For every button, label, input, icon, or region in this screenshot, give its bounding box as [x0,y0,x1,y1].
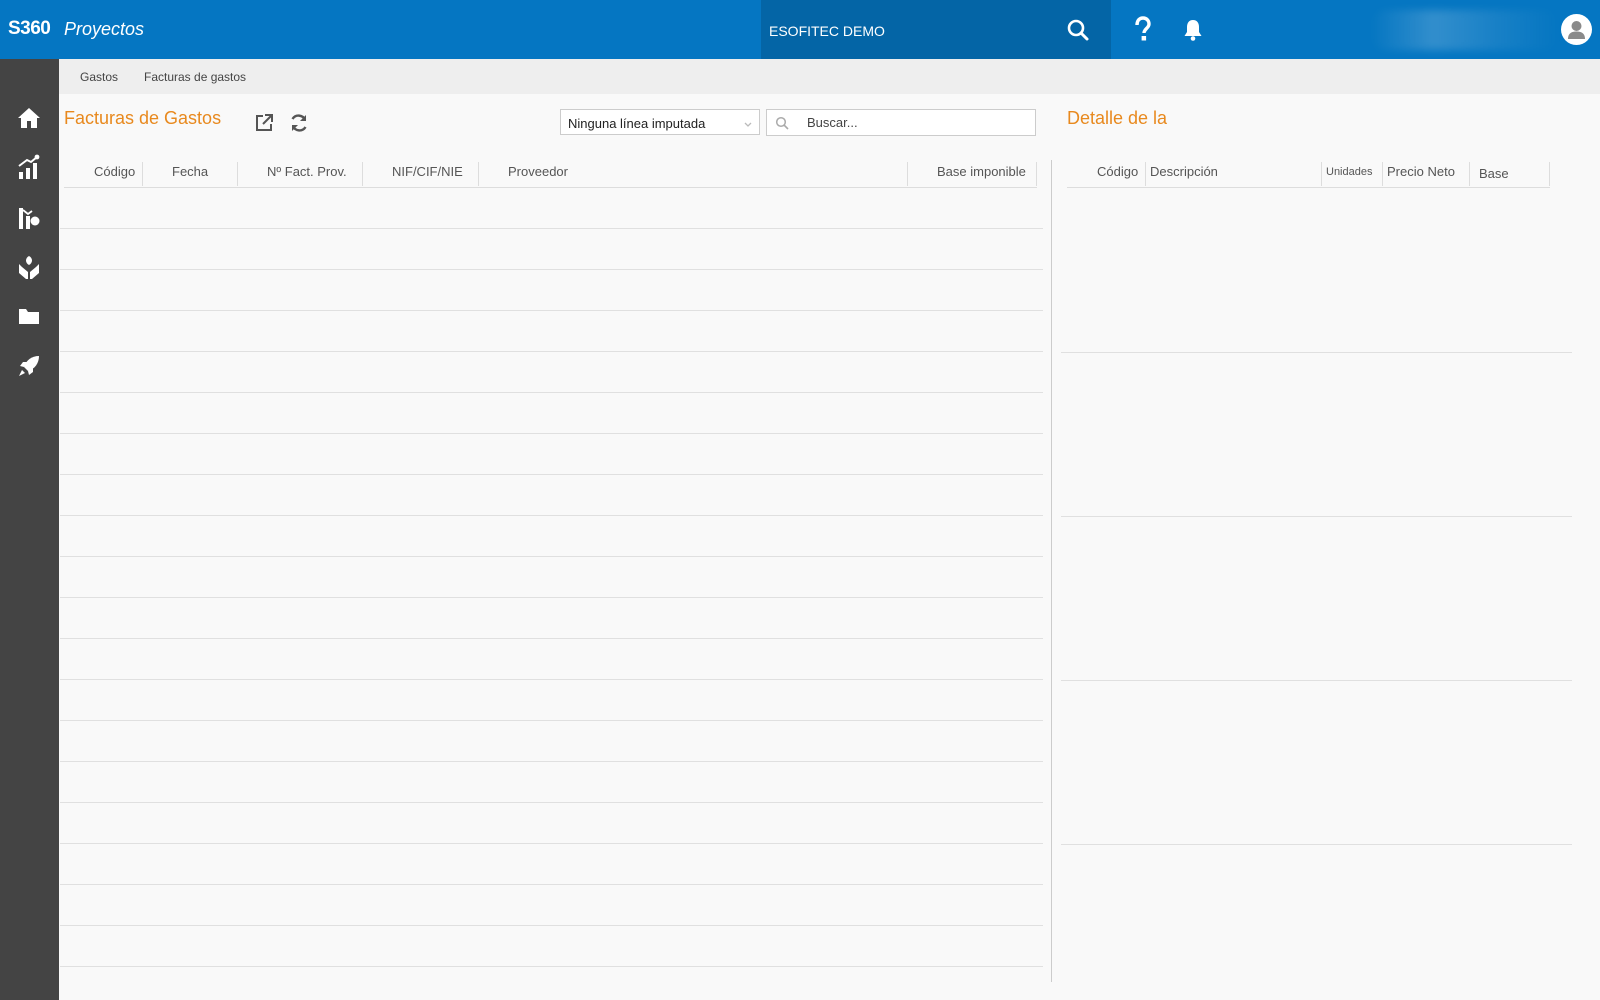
column-precio-neto[interactable]: Precio Neto [1387,164,1455,179]
chevron-down-icon [743,116,753,127]
company-name[interactable]: ESOFITEC DEMO [769,23,885,39]
table-row-divider [60,556,1043,557]
table-row-divider [60,310,1043,311]
table-row-divider [60,433,1043,434]
table-row-divider [60,638,1043,639]
imputation-filter-select[interactable]: Ninguna línea imputada [560,109,760,135]
home-icon[interactable] [14,103,44,133]
column-divider[interactable] [907,162,908,186]
column-divider[interactable] [1549,162,1550,186]
search-icon[interactable] [1066,18,1090,42]
column-unidades[interactable]: Unidades [1326,166,1372,178]
breadcrumb-item-gastos[interactable]: Gastos [80,70,118,84]
table-row-divider [60,392,1043,393]
rocket-icon[interactable] [14,351,44,381]
chart-growth-icon[interactable] [14,152,44,182]
table-row-divider [60,761,1043,762]
invoice-search[interactable] [766,109,1036,136]
breadcrumb: Gastos Facturas de gastos [59,59,1600,94]
company-selector[interactable]: ESOFITEC DEMO [761,0,1111,59]
bell-icon[interactable] [1181,18,1205,42]
table-row-divider [60,269,1043,270]
module-title: Proyectos [64,19,145,39]
column-detail-codigo[interactable]: Código [1097,164,1138,179]
column-divider[interactable] [362,162,363,186]
detail-row-divider [1061,352,1572,353]
invoices-panel-title: Facturas de Gastos [64,108,222,128]
detail-row-divider [1061,516,1572,517]
column-divider[interactable] [1382,162,1383,186]
search-icon [775,116,789,130]
column-fecha[interactable]: Fecha [172,164,208,179]
column-divider[interactable] [478,162,479,186]
detail-row-divider [1061,844,1572,845]
brand-logo[interactable]: S360 [8,18,51,40]
sidebar [0,59,59,1000]
detail-row-divider [1061,680,1572,681]
table-row-divider [60,966,1043,967]
refresh-icon[interactable] [289,113,311,135]
imputation-filter-value: Ninguna línea imputada [568,116,706,131]
column-divider[interactable] [1036,162,1037,186]
column-divider[interactable] [142,162,143,186]
column-codigo[interactable]: Código [94,164,135,179]
open-external-icon[interactable] [254,113,276,135]
folder-icon[interactable] [14,301,44,331]
column-num-factura[interactable]: Nº Fact. Prov. [267,164,347,179]
table-row-divider [60,351,1043,352]
table-row-divider [60,597,1043,598]
breadcrumb-item-facturas[interactable]: Facturas de gastos [144,70,246,84]
table-row-divider [60,884,1043,885]
help-icon[interactable] [1131,16,1155,44]
table-row-divider [60,679,1043,680]
detail-panel-title: Detalle de la [1067,108,1168,128]
column-divider[interactable] [1145,162,1146,186]
column-nif[interactable]: NIF/CIF/NIE [392,164,463,179]
column-base-imponible[interactable]: Base imponible [937,164,1026,179]
search-input[interactable] [807,115,1027,130]
avatar[interactable] [1561,14,1592,45]
column-divider[interactable] [237,162,238,186]
column-base[interactable]: Base [1479,166,1509,181]
detail-table-header: Código Descripción Unidades Precio Neto … [1067,158,1550,188]
column-descripcion[interactable]: Descripción [1150,164,1218,179]
user-info-blurred [1370,10,1560,50]
table-row-divider [60,720,1043,721]
table-row-divider [60,843,1043,844]
top-bar: S360 Proyectos ESOFITEC DEMO [0,0,1600,59]
table-row-divider [60,515,1043,516]
column-proveedor[interactable]: Proveedor [508,164,568,179]
column-divider[interactable] [1321,162,1322,186]
table-row-divider [60,925,1043,926]
column-divider[interactable] [1469,162,1470,186]
panel-splitter[interactable] [1051,160,1052,982]
table-row-divider [60,474,1043,475]
table-row-divider [60,228,1043,229]
analytics-icon[interactable] [14,202,44,232]
invoices-table-header: Código Fecha Nº Fact. Prov. NIF/CIF/NIE … [64,158,1037,188]
table-row-divider [60,802,1043,803]
hands-plant-icon[interactable] [14,252,44,282]
